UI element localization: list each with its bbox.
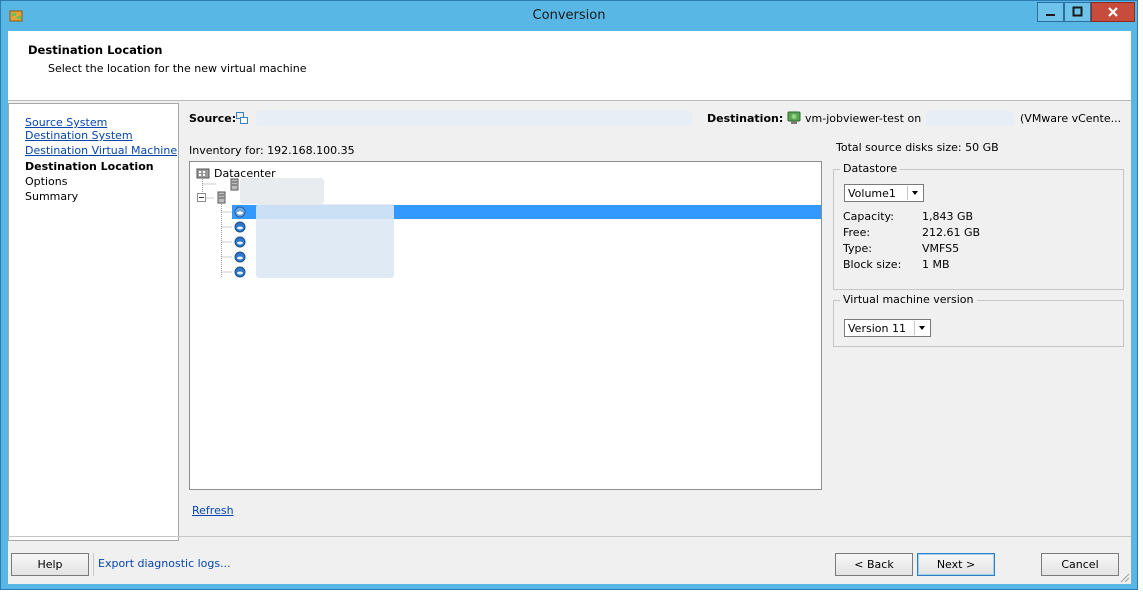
vm-version-select-value: Version 11	[848, 322, 906, 335]
next-button-label: Next >	[936, 558, 976, 571]
maximize-button[interactable]	[1064, 2, 1091, 22]
host-icon	[217, 191, 226, 204]
datastore-select[interactable]: Volume1	[844, 184, 924, 202]
chevron-down-icon	[907, 186, 918, 200]
capacity-value: 1,843 GB	[922, 210, 974, 223]
total-disks-size: Total source disks size: 50 GB	[836, 141, 999, 154]
host-icon	[230, 178, 239, 191]
destination-suffix: (VMware vCente...	[1020, 112, 1122, 125]
client-area: Destination Location Select the location…	[8, 31, 1131, 584]
minimize-icon	[1046, 14, 1055, 16]
nav-item-summary: Summary	[25, 190, 79, 203]
nav-item-destination-location: Destination Location	[25, 160, 154, 173]
datastore-group: Datastore Volume1 Capacity: 1,843 GB Fre…	[833, 162, 1124, 290]
back-button-label: < Back	[854, 558, 894, 571]
free-value: 212.61 GB	[922, 226, 981, 239]
title-bar[interactable]: Conversion	[1, 1, 1137, 31]
vm-version-group: Virtual machine version Version 11	[833, 293, 1124, 347]
nav-item-destination-system[interactable]: Destination System	[25, 129, 133, 142]
help-button[interactable]: Help	[11, 553, 89, 576]
vcenter-icon	[787, 111, 801, 124]
wizard-nav: Source System Destination System Destina…	[8, 103, 179, 541]
vm-version-group-label: Virtual machine version	[840, 293, 977, 306]
export-diagnostic-logs-link[interactable]: Export diagnostic logs...	[98, 557, 231, 570]
destination-value: vm-jobviewer-test on	[805, 112, 922, 125]
next-button[interactable]: Next >	[917, 553, 995, 576]
chevron-down-icon	[914, 321, 925, 335]
footer-separator	[8, 536, 1131, 537]
datastore-icon	[234, 206, 246, 218]
type-key: Type:	[843, 242, 872, 255]
resize-grip-icon[interactable]	[1119, 572, 1130, 583]
host-1-name-redacted	[240, 178, 324, 204]
source-value-redacted	[256, 111, 692, 126]
conversion-window: Conversion Destination Location Select t…	[0, 0, 1138, 590]
inventory-tree[interactable]: Datacenter	[189, 161, 822, 490]
page-subtitle: Select the location for the new virtual …	[48, 62, 307, 75]
nav-item-options: Options	[25, 175, 68, 188]
close-button[interactable]	[1091, 2, 1135, 22]
cancel-button-label: Cancel	[1061, 558, 1099, 571]
page-header: Destination Location Select the location…	[8, 31, 1131, 101]
collapse-icon[interactable]	[197, 193, 207, 203]
datastore-names-redacted	[256, 204, 394, 278]
source-label: Source:	[189, 112, 237, 125]
back-button[interactable]: < Back	[835, 553, 913, 576]
window-title: Conversion	[532, 8, 606, 23]
datastore-icons	[234, 206, 246, 278]
type-value: VMFS5	[922, 242, 960, 255]
inventory-label: Inventory for: 192.168.100.35	[189, 144, 355, 157]
nav-item-source-system[interactable]: Source System	[25, 116, 107, 129]
block-size-value: 1 MB	[922, 258, 950, 271]
help-button-label: Help	[37, 558, 63, 571]
vm-version-select[interactable]: Version 11	[844, 319, 931, 337]
block-size-key: Block size:	[843, 258, 902, 271]
capacity-key: Capacity:	[843, 210, 894, 223]
close-icon	[1108, 7, 1118, 17]
page-title: Destination Location	[28, 43, 163, 57]
destination-host-redacted	[926, 111, 1014, 126]
refresh-link[interactable]: Refresh	[192, 504, 234, 517]
footer-divider	[93, 553, 94, 576]
nav-item-destination-virtual-machine[interactable]: Destination Virtual Machine	[25, 144, 177, 157]
datastore-group-label: Datastore	[840, 162, 901, 175]
datastore-select-value: Volume1	[848, 187, 896, 200]
maximize-icon	[1072, 6, 1083, 17]
source-machine-icon	[236, 112, 248, 124]
free-key: Free:	[843, 226, 871, 239]
cancel-button[interactable]: Cancel	[1041, 553, 1119, 576]
destination-label: Destination:	[707, 112, 784, 125]
minimize-button[interactable]	[1037, 2, 1064, 22]
